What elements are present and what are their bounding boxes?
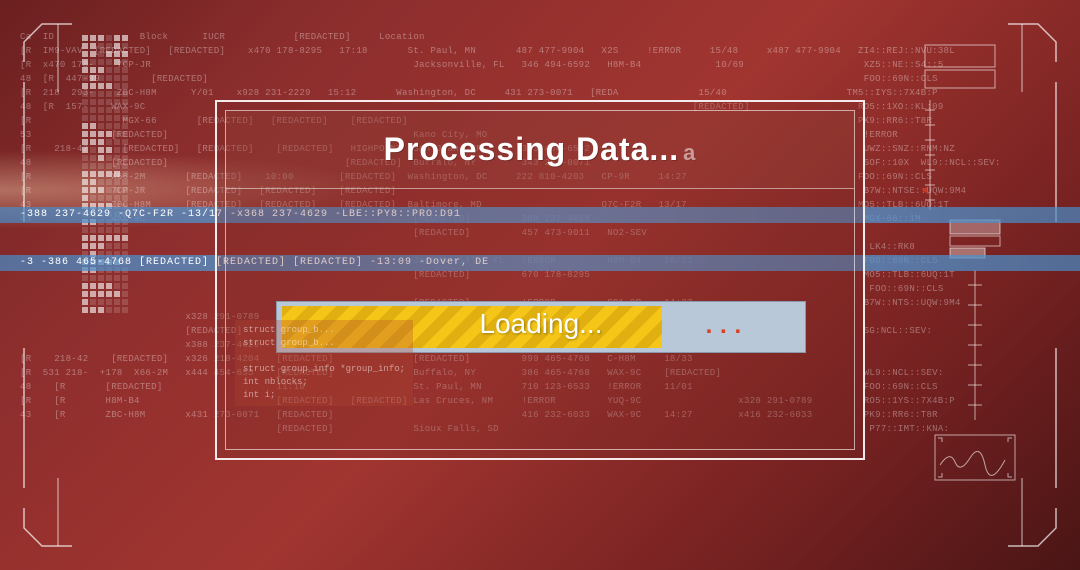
code-snippet: struct group_b... struct group_b... stru… bbox=[235, 320, 413, 406]
progress-glitch-text: ... bbox=[702, 314, 745, 341]
dialog-title-bar: Processing Data...a bbox=[226, 111, 854, 189]
dialog-title-text: Processing Data... bbox=[384, 131, 679, 167]
dialog-title-glitch: a bbox=[683, 140, 696, 165]
dialog-title: Processing Data...a bbox=[384, 131, 697, 168]
equalizer-bars bbox=[82, 35, 128, 313]
processing-dialog: Processing Data...a Loading... ... bbox=[215, 100, 865, 460]
gauge-panel bbox=[920, 40, 1030, 530]
